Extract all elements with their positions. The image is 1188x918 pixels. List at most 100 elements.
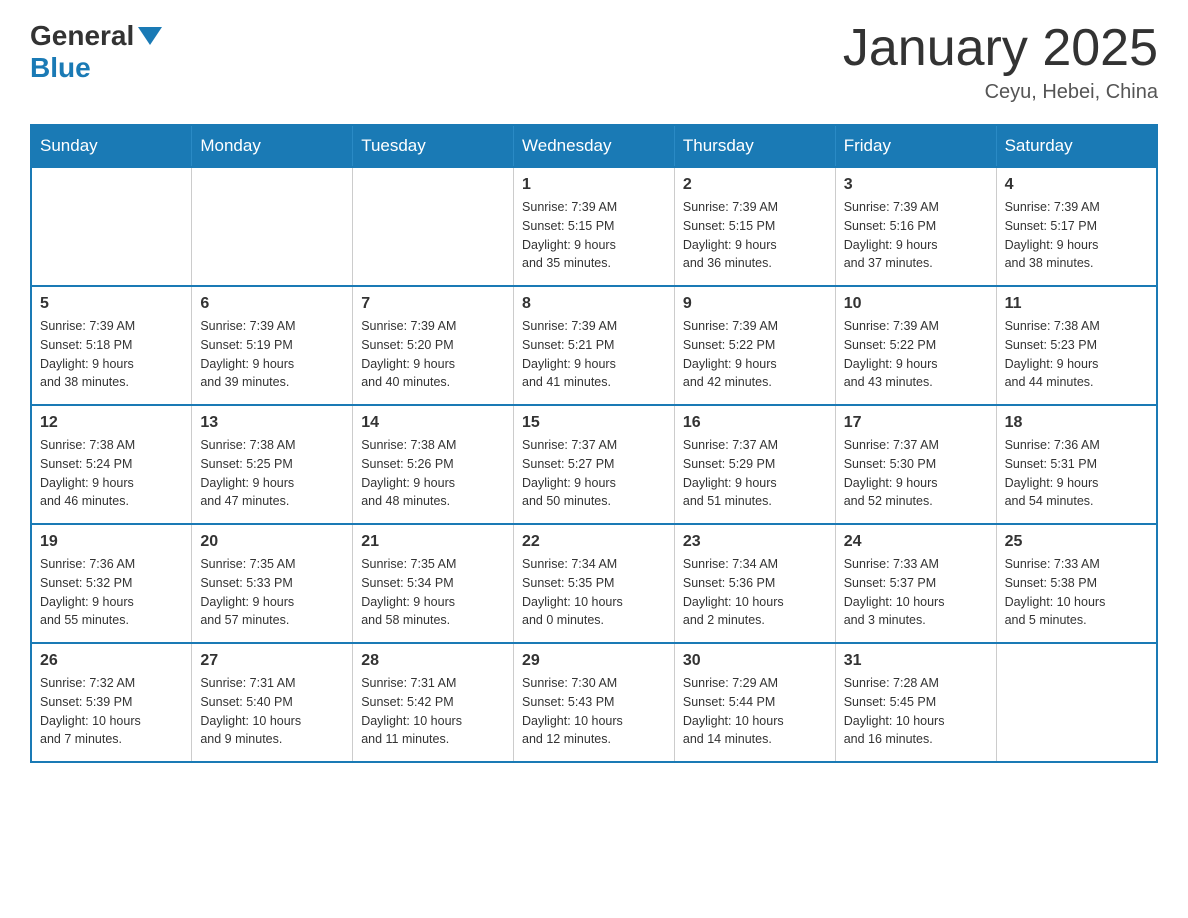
weekday-row: SundayMondayTuesdayWednesdayThursdayFrid… [31, 125, 1157, 167]
calendar-header: SundayMondayTuesdayWednesdayThursdayFrid… [31, 125, 1157, 167]
logo: General Blue [30, 20, 166, 84]
day-number: 24 [844, 533, 988, 551]
day-cell-16: 16 Sunrise: 7:37 AM Sunset: 5:29 PM Dayli… [674, 405, 835, 524]
location: Ceyu, Hebei, China [843, 81, 1158, 104]
day-cell-11: 11 Sunrise: 7:38 AM Sunset: 5:23 PM Dayli… [996, 286, 1157, 405]
day-info: Sunrise: 7:35 AM Sunset: 5:33 PM Dayligh… [200, 555, 344, 630]
day-cell-30: 30 Sunrise: 7:29 AM Sunset: 5:44 PM Dayli… [674, 643, 835, 762]
day-info: Sunrise: 7:35 AM Sunset: 5:34 PM Dayligh… [361, 555, 505, 630]
day-number: 6 [200, 295, 344, 313]
day-cell-21: 21Sunrise: 7:35 AM Sunset: 5:34 PM Dayli… [353, 524, 514, 643]
day-cell-1: 1 Sunrise: 7:39 AM Sunset: 5:15 PM Daylig… [514, 167, 675, 286]
day-info: Sunrise: 7:33 AM Sunset: 5:37 PM Dayligh… [844, 555, 988, 630]
day-number: 16 [683, 414, 827, 432]
day-cell-8: 8 Sunrise: 7:39 AM Sunset: 5:21 PM Daylig… [514, 286, 675, 405]
week-row-4: 19 Sunrise: 7:36 AM Sunset: 5:32 PM Dayli… [31, 524, 1157, 643]
day-info: Sunrise: 7:28 AM Sunset: 5:45 PM Dayligh… [844, 674, 988, 749]
day-number: 2 [683, 176, 827, 194]
day-info: Sunrise: 7:39 AM Sunset: 5:22 PM Dayligh… [683, 317, 827, 392]
day-info: Sunrise: 7:39 AM Sunset: 5:17 PM Dayligh… [1005, 198, 1148, 273]
day-info: Sunrise: 7:37 AM Sunset: 5:29 PM Dayligh… [683, 436, 827, 511]
day-cell-26: 26 Sunrise: 7:32 AM Sunset: 5:39 PM Dayli… [31, 643, 192, 762]
day-info: Sunrise: 7:29 AM Sunset: 5:44 PM Dayligh… [683, 674, 827, 749]
day-info: Sunrise: 7:38 AM Sunset: 5:26 PM Dayligh… [361, 436, 505, 511]
logo-general-text: General [30, 20, 134, 52]
day-info: Sunrise: 7:36 AM Sunset: 5:32 PM Dayligh… [40, 555, 183, 630]
day-number: 29 [522, 652, 666, 670]
day-cell-24: 24 Sunrise: 7:33 AM Sunset: 5:37 PM Dayli… [835, 524, 996, 643]
week-row-3: 12Sunrise: 7:38 AM Sunset: 5:24 PM Dayli… [31, 405, 1157, 524]
day-info: Sunrise: 7:31 AM Sunset: 5:42 PM Dayligh… [361, 674, 505, 749]
day-number: 30 [683, 652, 827, 670]
day-cell-2: 2 Sunrise: 7:39 AM Sunset: 5:15 PM Daylig… [674, 167, 835, 286]
day-number: 5 [40, 295, 183, 313]
title-block: January 2025 Ceyu, Hebei, China [843, 20, 1158, 104]
day-info: Sunrise: 7:38 AM Sunset: 5:23 PM Dayligh… [1005, 317, 1148, 392]
day-cell-6: 6 Sunrise: 7:39 AM Sunset: 5:19 PM Daylig… [192, 286, 353, 405]
day-info: Sunrise: 7:34 AM Sunset: 5:36 PM Dayligh… [683, 555, 827, 630]
day-number: 27 [200, 652, 344, 670]
day-cell-27: 27Sunrise: 7:31 AM Sunset: 5:40 PM Dayli… [192, 643, 353, 762]
day-number: 22 [522, 533, 666, 551]
day-cell-28: 28Sunrise: 7:31 AM Sunset: 5:42 PM Dayli… [353, 643, 514, 762]
day-info: Sunrise: 7:39 AM Sunset: 5:22 PM Dayligh… [844, 317, 988, 392]
day-info: Sunrise: 7:39 AM Sunset: 5:20 PM Dayligh… [361, 317, 505, 392]
day-number: 17 [844, 414, 988, 432]
day-cell-14: 14 Sunrise: 7:38 AM Sunset: 5:26 PM Dayli… [353, 405, 514, 524]
day-number: 9 [683, 295, 827, 313]
day-info: Sunrise: 7:39 AM Sunset: 5:15 PM Dayligh… [522, 198, 666, 273]
day-cell-3: 3 Sunrise: 7:39 AM Sunset: 5:16 PM Daylig… [835, 167, 996, 286]
day-info: Sunrise: 7:39 AM Sunset: 5:16 PM Dayligh… [844, 198, 988, 273]
day-number: 31 [844, 652, 988, 670]
weekday-header-tuesday: Tuesday [353, 125, 514, 167]
day-number: 1 [522, 176, 666, 194]
day-number: 11 [1005, 295, 1148, 313]
day-number: 13 [200, 414, 344, 432]
empty-cell [31, 167, 192, 286]
logo-blue-text: Blue [30, 52, 91, 84]
day-info: Sunrise: 7:33 AM Sunset: 5:38 PM Dayligh… [1005, 555, 1148, 630]
day-cell-7: 7Sunrise: 7:39 AM Sunset: 5:20 PM Daylig… [353, 286, 514, 405]
day-number: 4 [1005, 176, 1148, 194]
weekday-header-thursday: Thursday [674, 125, 835, 167]
day-cell-4: 4 Sunrise: 7:39 AM Sunset: 5:17 PM Daylig… [996, 167, 1157, 286]
weekday-header-saturday: Saturday [996, 125, 1157, 167]
day-info: Sunrise: 7:37 AM Sunset: 5:30 PM Dayligh… [844, 436, 988, 511]
day-number: 23 [683, 533, 827, 551]
logo-triangle-icon [138, 27, 162, 45]
calendar-table: SundayMondayTuesdayWednesdayThursdayFrid… [30, 124, 1158, 763]
day-cell-10: 10 Sunrise: 7:39 AM Sunset: 5:22 PM Dayli… [835, 286, 996, 405]
day-number: 15 [522, 414, 666, 432]
weekday-header-wednesday: Wednesday [514, 125, 675, 167]
day-number: 8 [522, 295, 666, 313]
week-row-2: 5 Sunrise: 7:39 AM Sunset: 5:18 PM Daylig… [31, 286, 1157, 405]
calendar-body: 1 Sunrise: 7:39 AM Sunset: 5:15 PM Daylig… [31, 167, 1157, 762]
page-header: General Blue January 2025 Ceyu, Hebei, C… [30, 20, 1158, 104]
day-number: 18 [1005, 414, 1148, 432]
day-info: Sunrise: 7:39 AM Sunset: 5:18 PM Dayligh… [40, 317, 183, 392]
day-cell-9: 9 Sunrise: 7:39 AM Sunset: 5:22 PM Daylig… [674, 286, 835, 405]
day-number: 26 [40, 652, 183, 670]
day-info: Sunrise: 7:39 AM Sunset: 5:15 PM Dayligh… [683, 198, 827, 273]
day-info: Sunrise: 7:32 AM Sunset: 5:39 PM Dayligh… [40, 674, 183, 749]
day-cell-12: 12Sunrise: 7:38 AM Sunset: 5:24 PM Dayli… [31, 405, 192, 524]
day-info: Sunrise: 7:37 AM Sunset: 5:27 PM Dayligh… [522, 436, 666, 511]
day-number: 19 [40, 533, 183, 551]
day-cell-17: 17 Sunrise: 7:37 AM Sunset: 5:30 PM Dayli… [835, 405, 996, 524]
day-cell-18: 18Sunrise: 7:36 AM Sunset: 5:31 PM Dayli… [996, 405, 1157, 524]
day-cell-15: 15 Sunrise: 7:37 AM Sunset: 5:27 PM Dayli… [514, 405, 675, 524]
day-info: Sunrise: 7:39 AM Sunset: 5:21 PM Dayligh… [522, 317, 666, 392]
weekday-header-friday: Friday [835, 125, 996, 167]
month-title: January 2025 [843, 20, 1158, 77]
day-cell-22: 22Sunrise: 7:34 AM Sunset: 5:35 PM Dayli… [514, 524, 675, 643]
day-info: Sunrise: 7:38 AM Sunset: 5:25 PM Dayligh… [200, 436, 344, 511]
day-info: Sunrise: 7:39 AM Sunset: 5:19 PM Dayligh… [200, 317, 344, 392]
day-number: 14 [361, 414, 505, 432]
week-row-1: 1 Sunrise: 7:39 AM Sunset: 5:15 PM Daylig… [31, 167, 1157, 286]
empty-cell [996, 643, 1157, 762]
day-number: 3 [844, 176, 988, 194]
day-number: 20 [200, 533, 344, 551]
day-number: 10 [844, 295, 988, 313]
day-info: Sunrise: 7:38 AM Sunset: 5:24 PM Dayligh… [40, 436, 183, 511]
day-cell-13: 13 Sunrise: 7:38 AM Sunset: 5:25 PM Dayli… [192, 405, 353, 524]
